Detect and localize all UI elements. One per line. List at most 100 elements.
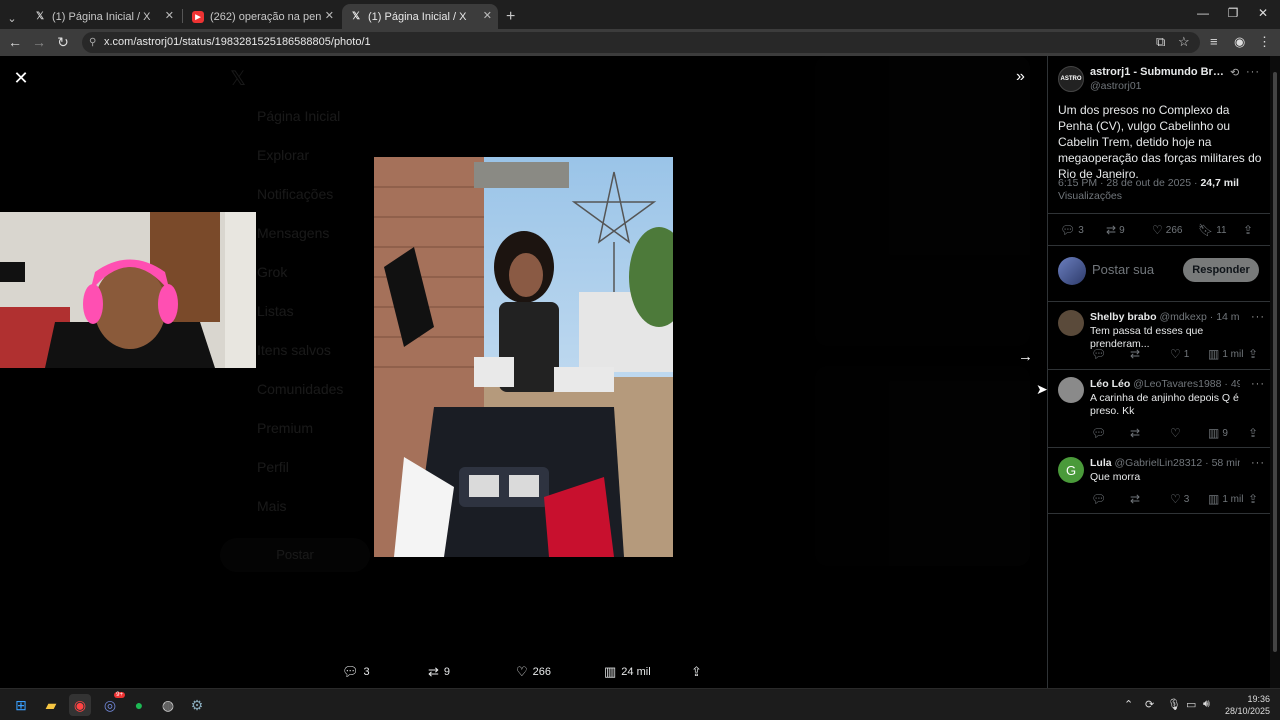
- windows-start-icon[interactable]: ⊞: [10, 694, 32, 716]
- menu-dots-icon[interactable]: ⋮: [1258, 34, 1271, 50]
- tab-search-button[interactable]: ⌄: [2, 6, 22, 31]
- comment-avatar[interactable]: G: [1058, 457, 1084, 483]
- post-stats-row: 💬︎ 3 ⇄ 9 ♡ 266 🔖︎ 11 ⇪: [1048, 223, 1270, 237]
- post-share-button[interactable]: ⇪: [1243, 223, 1256, 237]
- new-tab-button[interactable]: +: [502, 4, 515, 29]
- post-bookmark-button[interactable]: 🔖︎ 11: [1198, 223, 1227, 237]
- more-options-icon[interactable]: ···: [1251, 457, 1265, 469]
- author-avatar[interactable]: ASTRO: [1058, 66, 1084, 92]
- comment-handle[interactable]: @LeoTavares1988 · 49 s: [1133, 378, 1240, 390]
- chrome-icon[interactable]: ◉: [69, 694, 91, 716]
- browser-toolbar: ← → ↻ ⚲ x.com/astrorj01/status/198328152…: [0, 29, 1280, 56]
- share-icon: ⇪: [1243, 223, 1254, 237]
- tray-chevron-icon[interactable]: ⌃: [1124, 698, 1133, 711]
- tab-1[interactable]: 𝕏 (1) Página Inicial / X ✕: [26, 4, 180, 29]
- tab-3-active[interactable]: 𝕏 (1) Página Inicial / X ✕: [342, 4, 498, 29]
- comment-repost-button[interactable]: ⇄: [1130, 426, 1143, 440]
- post-like-button[interactable]: ♡ 266: [1152, 223, 1182, 237]
- comment-share-button[interactable]: ⇪: [1248, 426, 1261, 440]
- comment-like-button[interactable]: ♡ 1: [1170, 347, 1189, 361]
- close-viewer-icon[interactable]: ✕: [12, 68, 30, 89]
- address-bar[interactable]: ⚲ x.com/astrorj01/status/198328152518658…: [82, 32, 1200, 53]
- comment-author[interactable]: Shelby brabo: [1090, 311, 1157, 323]
- forward-arrow-icon[interactable]: →: [30, 34, 48, 50]
- comment-views-button[interactable]: ▥ 1 mil: [1208, 492, 1243, 506]
- repost-icon: ⇄: [1106, 223, 1117, 237]
- reply-count: 3: [363, 666, 370, 678]
- more-options-icon[interactable]: ···: [1251, 378, 1265, 390]
- comment-handle[interactable]: @GabrielLin28312 · 58 min: [1115, 457, 1240, 469]
- comment-header: Lula @GabrielLin28312 · 58 min: [1090, 457, 1240, 469]
- reload-icon[interactable]: ↻: [54, 34, 72, 51]
- scrollbar[interactable]: [1270, 56, 1280, 688]
- comment-like-button[interactable]: ♡ 3: [1170, 492, 1189, 506]
- more-options-icon[interactable]: ···: [1246, 66, 1260, 78]
- comment-avatar[interactable]: [1058, 377, 1084, 403]
- comment-like-button[interactable]: ♡: [1170, 426, 1184, 440]
- spotify-icon[interactable]: ●: [128, 694, 150, 716]
- reply-submit-button[interactable]: Responder: [1183, 258, 1259, 282]
- photo-viewer: 𝕏 Página Inicial Explorar Notificações M…: [0, 56, 1280, 688]
- reply-icon: 💬︎: [1091, 492, 1107, 506]
- post-timestamp[interactable]: 6:15 PM · 28 de out de 2025 ·: [1058, 177, 1200, 189]
- comment-reply-button[interactable]: 💬︎: [1091, 347, 1109, 361]
- webcam-person: [0, 212, 256, 368]
- next-photo-arrow-icon[interactable]: →: [1018, 348, 1033, 365]
- share-button[interactable]: ⇪: [691, 664, 707, 680]
- close-tab-icon[interactable]: ✕: [325, 9, 334, 22]
- obs-icon[interactable]: ◍: [157, 694, 179, 716]
- minimize-icon[interactable]: —: [1188, 6, 1218, 20]
- comment-avatar[interactable]: [1058, 310, 1084, 336]
- close-tab-icon[interactable]: ✕: [165, 9, 174, 22]
- network-icon[interactable]: ▭: [1186, 698, 1196, 711]
- comment-author[interactable]: Léo Léo: [1090, 378, 1130, 390]
- divider: [1048, 245, 1271, 246]
- restore-icon[interactable]: ❐: [1218, 6, 1248, 20]
- like-button[interactable]: ♡ 266: [516, 664, 551, 680]
- comment-share-button[interactable]: ⇪: [1248, 492, 1261, 506]
- file-explorer-icon[interactable]: ▰: [40, 694, 62, 716]
- analytics-icon: ▥: [1208, 492, 1220, 506]
- volume-icon[interactable]: 🔊︎: [1203, 698, 1210, 711]
- comment-views-button[interactable]: ▥ 9: [1208, 426, 1228, 440]
- post-reply-button[interactable]: 💬︎ 3: [1060, 223, 1084, 237]
- comment-handle[interactable]: @mdkexp · 14 min: [1159, 311, 1240, 323]
- close-window-icon[interactable]: ✕: [1248, 6, 1278, 20]
- install-app-icon[interactable]: ⧉: [1156, 34, 1165, 50]
- tab-2[interactable]: ▶ (262) operação na penha - YouTube ✕: [184, 4, 340, 29]
- discord-icon[interactable]: ◎ 9+: [99, 692, 125, 716]
- settings-gear-icon[interactable]: ⚙: [186, 694, 208, 716]
- site-info-icon[interactable]: ⚲: [89, 32, 96, 53]
- post-repost-button[interactable]: ⇄ 9: [1106, 223, 1125, 237]
- divider: [1048, 513, 1271, 514]
- comment-reply-button[interactable]: 💬︎: [1091, 426, 1109, 440]
- comment-views-count: 1 mil: [1222, 348, 1244, 360]
- comment-author[interactable]: Lula: [1090, 457, 1112, 469]
- views-button[interactable]: ▥ 24 mil: [604, 664, 651, 680]
- comment-reply-button[interactable]: 💬︎: [1091, 492, 1109, 506]
- bookmark-star-icon[interactable]: ☆: [1178, 34, 1190, 50]
- reply-input[interactable]: Postar sua: [1092, 262, 1154, 277]
- post-photo[interactable]: [374, 157, 673, 557]
- comment-repost-button[interactable]: ⇄: [1130, 347, 1143, 361]
- reply-button[interactable]: 💬︎ 3: [342, 664, 370, 680]
- author-name[interactable]: astrorj1 - Submundo Brasi...: [1090, 66, 1224, 78]
- collapse-sidebar-icon[interactable]: »: [1016, 68, 1025, 86]
- comment-views-button[interactable]: ▥ 1 mil: [1208, 347, 1243, 361]
- system-clock[interactable]: 19:36 28/10/2025: [1220, 693, 1270, 717]
- microphone-icon[interactable]: 🎙︎: [1167, 698, 1181, 711]
- grok-icon[interactable]: ⟲: [1230, 66, 1239, 79]
- profile-icon[interactable]: ◉: [1234, 34, 1245, 50]
- back-arrow-icon[interactable]: ←: [6, 34, 24, 50]
- reply-icon: 💬︎: [1091, 347, 1107, 361]
- current-user-avatar[interactable]: [1058, 257, 1086, 285]
- scrollbar-thumb[interactable]: [1273, 72, 1277, 652]
- comment-share-button[interactable]: ⇪: [1248, 347, 1261, 361]
- comment-repost-button[interactable]: ⇄: [1130, 492, 1143, 506]
- author-handle[interactable]: @astrorj01: [1090, 80, 1142, 92]
- close-tab-icon[interactable]: ✕: [483, 9, 492, 22]
- repost-button[interactable]: ⇄ 9: [428, 664, 450, 680]
- media-controls-icon[interactable]: ≡: [1210, 34, 1218, 49]
- sync-icon[interactable]: ⟳: [1145, 698, 1154, 711]
- more-options-icon[interactable]: ···: [1251, 311, 1265, 323]
